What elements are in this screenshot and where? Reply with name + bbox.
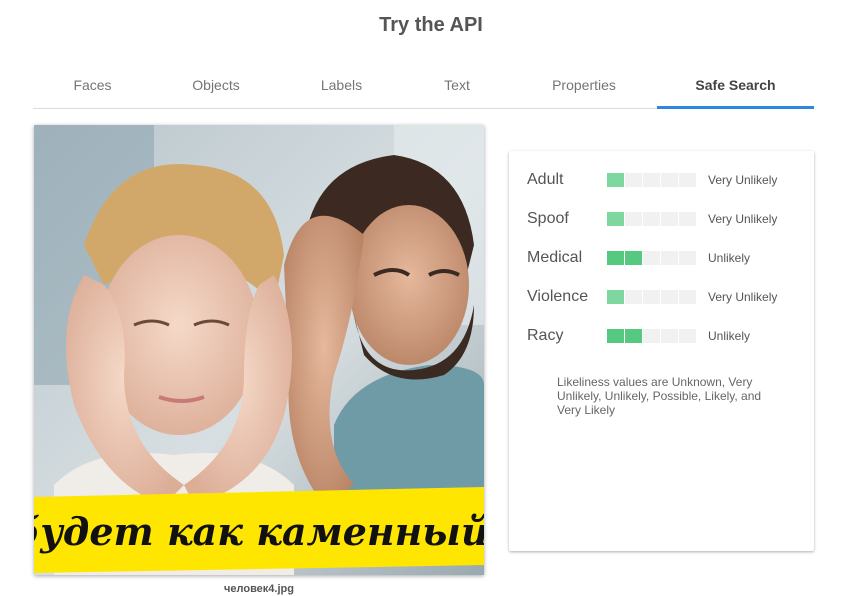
meter-segment (661, 173, 678, 187)
page-title: Try the API (379, 14, 483, 36)
meter-segment (679, 290, 696, 304)
meter-segment (661, 251, 678, 265)
result-label: Medical (527, 249, 583, 266)
result-label: Violence (527, 288, 589, 305)
result-value: Very Unlikely (708, 212, 778, 226)
result-value: Very Unlikely (708, 290, 778, 304)
meter-segment (625, 173, 642, 187)
meter-segment (643, 251, 660, 265)
image-filename: человек4.jpg (224, 583, 294, 595)
meter-segment (643, 290, 660, 304)
tab-faces[interactable]: Faces (33, 62, 152, 109)
meter-segment (625, 290, 642, 304)
meter-segment (679, 329, 696, 343)
meter-segment (607, 290, 624, 304)
result-value: Unlikely (708, 251, 751, 265)
meter-segment (625, 329, 642, 343)
meter-segment (625, 251, 642, 265)
meter-segment (607, 329, 624, 343)
meter-segment (607, 173, 624, 187)
meter-segment (643, 212, 660, 226)
meter-segment (661, 212, 678, 226)
tab-properties[interactable]: Properties (524, 62, 644, 109)
result-value: Unlikely (708, 329, 751, 343)
result-row-violence: Violence Very Unlikely (509, 287, 814, 307)
result-row-adult: Adult Very Unlikely (509, 170, 814, 190)
meter-segment (625, 212, 642, 226)
safe-search-results-card: Adult Very Unlikely Spoof Very Unlikely … (509, 151, 814, 551)
result-row-medical: Medical Unlikely (509, 248, 814, 268)
tab-objects[interactable]: Objects (156, 62, 276, 109)
tab-bar: Faces Objects Labels Text Properties Saf… (33, 62, 814, 109)
meter-segment (607, 251, 624, 265)
result-value: Very Unlikely (708, 173, 778, 187)
result-row-spoof: Spoof Very Unlikely (509, 209, 814, 229)
result-label: Adult (527, 171, 564, 188)
meter-segment (661, 329, 678, 343)
result-label: Racy (527, 327, 564, 344)
tab-labels[interactable]: Labels (282, 62, 401, 109)
analyzed-image: будет как каменный! (34, 125, 484, 575)
meter-segment (679, 173, 696, 187)
meter-segment (643, 329, 660, 343)
meter-segment (643, 173, 660, 187)
meter-segment (679, 212, 696, 226)
likeliness-footnote: Likeliness values are Unknown, Very Unli… (557, 375, 762, 417)
tab-safe-search[interactable]: Safe Search (657, 62, 814, 109)
photo-illustration: будет как каменный! (34, 125, 484, 575)
meter-segment (679, 251, 696, 265)
result-row-racy: Racy Unlikely (509, 326, 814, 346)
result-label: Spoof (527, 210, 569, 227)
meter-segment (607, 212, 624, 226)
tab-text[interactable]: Text (397, 62, 517, 109)
meter-segment (661, 290, 678, 304)
banner-text: будет как каменный! (34, 509, 484, 554)
